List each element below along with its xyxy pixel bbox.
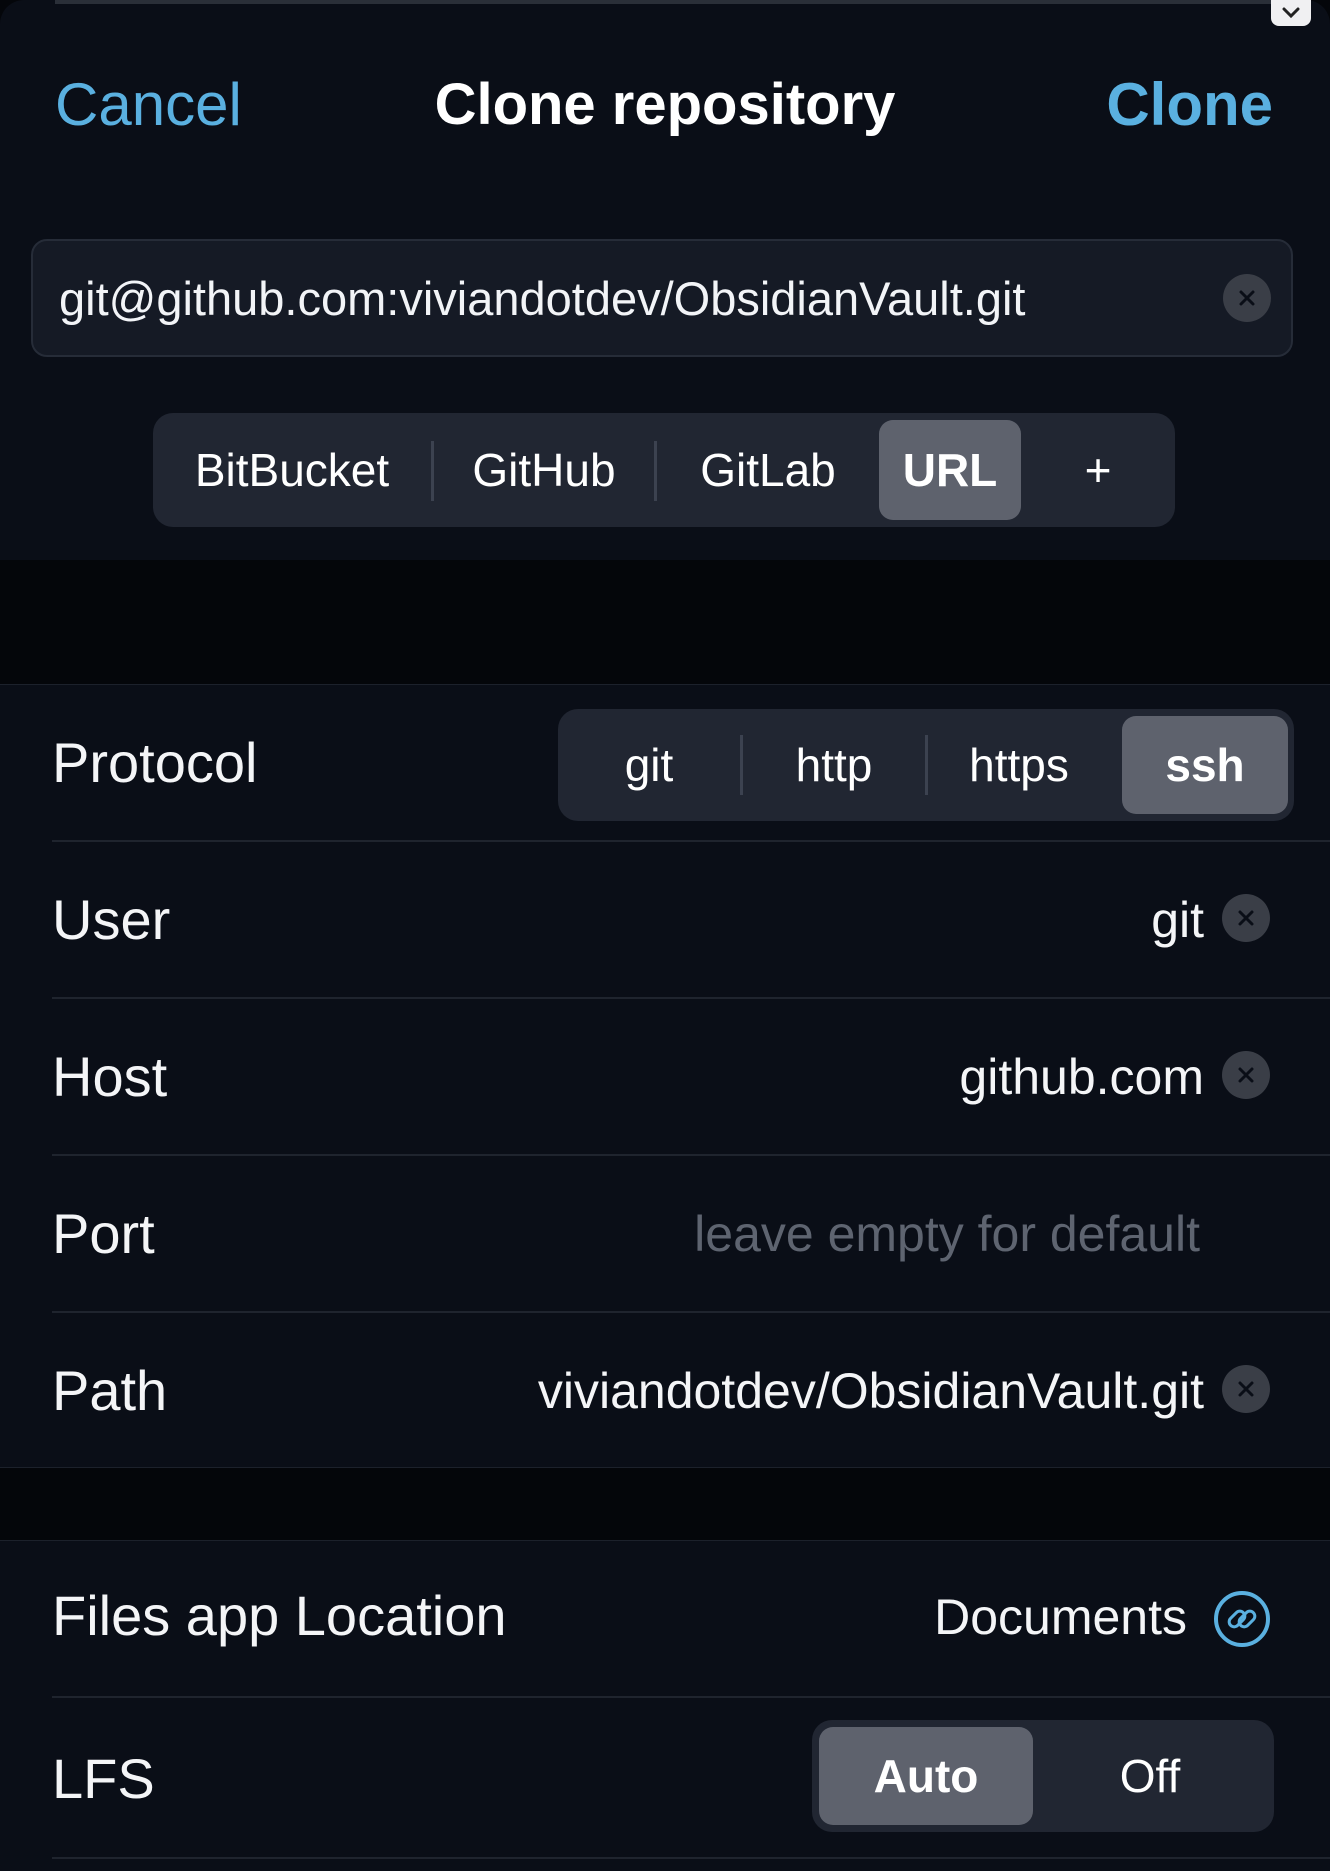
host-row: Host github.com	[0, 999, 1330, 1156]
protocol-segmented-control: git http https ssh	[558, 709, 1294, 821]
clear-icon[interactable]	[1223, 274, 1271, 322]
port-label: Port	[52, 1202, 155, 1265]
lfs-segmented-control: Auto Off	[812, 1720, 1274, 1832]
files-location-row[interactable]: Files app Location Documents	[0, 1541, 1330, 1698]
clear-icon[interactable]	[1222, 1051, 1270, 1099]
lfs-label: LFS	[52, 1747, 155, 1810]
port-row: Port leave empty for default	[0, 1156, 1330, 1313]
protocol-label: Protocol	[52, 731, 258, 794]
user-input[interactable]: git	[1151, 890, 1204, 950]
host-label: Host	[52, 1045, 168, 1108]
link-icon[interactable]	[1214, 1591, 1270, 1647]
clear-icon[interactable]	[1222, 894, 1270, 942]
tab-url[interactable]: URL	[879, 420, 1021, 520]
clear-icon[interactable]	[1222, 1365, 1270, 1413]
files-location-value: Documents	[934, 1589, 1187, 1645]
files-location-label: Files app Location	[52, 1584, 507, 1647]
lfs-option-auto[interactable]: Auto	[819, 1727, 1033, 1825]
path-row: Path viviandotdev/ObsidianVault.git	[0, 1313, 1330, 1467]
user-row: User git	[0, 842, 1330, 999]
host-input[interactable]: github.com	[959, 1047, 1204, 1107]
tab-gitlab[interactable]: GitLab	[657, 420, 879, 520]
tab-bitbucket[interactable]: BitBucket	[153, 420, 431, 520]
url-components-section: Protocol git http https ssh User git Hos…	[0, 684, 1330, 1468]
protocol-row: Protocol git http https ssh	[0, 685, 1330, 842]
tab-github[interactable]: GitHub	[434, 420, 654, 520]
tab-add[interactable]: +	[1021, 420, 1175, 520]
lfs-row: LFS Auto Off	[0, 1698, 1330, 1859]
chevron-down-icon[interactable]	[1271, 0, 1311, 26]
protocol-option-git[interactable]: git	[558, 716, 740, 814]
user-label: User	[52, 888, 171, 951]
location-section: Files app Location Documents LFS Auto Of…	[0, 1540, 1330, 1871]
port-input[interactable]: leave empty for default	[694, 1204, 1200, 1264]
lfs-option-off[interactable]: Off	[1033, 1727, 1267, 1825]
path-label: Path	[52, 1359, 168, 1422]
clone-button[interactable]: Clone	[1106, 70, 1273, 140]
source-tabs: BitBucket GitHub GitLab URL +	[153, 413, 1175, 527]
protocol-option-ssh[interactable]: ssh	[1122, 716, 1288, 814]
path-input[interactable]: viviandotdev/ObsidianVault.git	[538, 1361, 1204, 1421]
row-separator	[52, 1857, 1330, 1859]
protocol-option-https[interactable]: https	[928, 716, 1110, 814]
repository-url-field[interactable]: git@github.com:viviandotdev/ObsidianVaul…	[31, 239, 1293, 357]
repository-url-value[interactable]: git@github.com:viviandotdev/ObsidianVaul…	[59, 269, 1025, 329]
sheet-top-edge	[55, 0, 1275, 4]
sheet-header: Cancel Clone repository Clone git@github…	[0, 0, 1330, 560]
protocol-option-http[interactable]: http	[743, 716, 925, 814]
